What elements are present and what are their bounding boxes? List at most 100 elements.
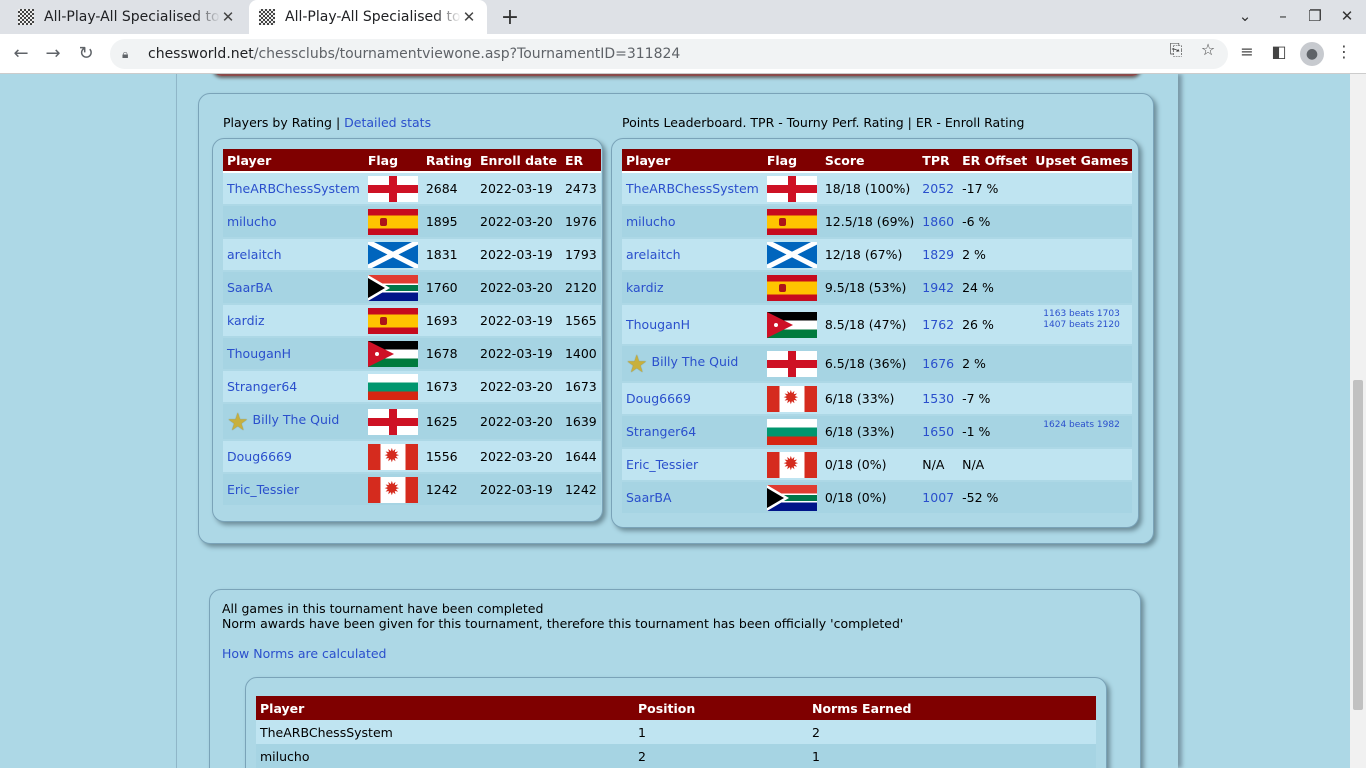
upset-game-link[interactable]: 1407 beats 2120 [1043, 320, 1128, 331]
er-value: 1242 [564, 482, 597, 497]
player-link[interactable]: Doug6669 [626, 391, 691, 406]
er-value: 2473 [564, 181, 597, 196]
tpr-link[interactable]: 1650 [922, 424, 954, 439]
player-link[interactable]: milucho [626, 214, 676, 229]
player-link[interactable]: SaarBA [626, 490, 672, 505]
player-link[interactable]: TheARBChessSystem [227, 181, 360, 196]
player-link[interactable]: kardiz [227, 313, 265, 328]
restore-icon[interactable]: ❐ [1305, 7, 1325, 25]
share-icon[interactable]: ⎘ [1166, 40, 1186, 60]
vertical-scrollbar[interactable] [1350, 74, 1366, 768]
norms-table: Player Position Norms Earned TheARBChessSy… [256, 696, 1096, 768]
flag-scotland-icon [367, 241, 418, 268]
player-link[interactable]: arelaitch [626, 247, 681, 262]
menu-kebab-icon[interactable]: ⋮ [1333, 42, 1355, 61]
tpr-link[interactable]: 2052 [922, 181, 954, 196]
score-value: 6/18 (33%) [824, 424, 895, 439]
er-value: 1639 [564, 414, 597, 429]
flag-south-africa-icon [766, 484, 817, 511]
close-icon[interactable]: ✕ [220, 8, 236, 26]
table-row: SaarBA 0/18 (0%) 1007 -52 % [622, 482, 1133, 515]
player-link[interactable]: SaarBA [227, 280, 273, 295]
column-header: ER [560, 149, 601, 173]
player-link[interactable]: ThouganH [227, 346, 291, 361]
how-norms-link[interactable]: How Norms are calculated [222, 646, 386, 661]
star-icon: ★ [227, 407, 249, 436]
player-link[interactable]: kardiz [626, 280, 664, 295]
upset-game-link[interactable]: 1624 beats 1982 [1043, 420, 1128, 431]
player-link[interactable]: arelaitch [227, 247, 282, 262]
window-close-icon[interactable]: ✕ [1337, 7, 1357, 25]
new-tab-button[interactable]: + [498, 5, 522, 30]
detailed-stats-link[interactable]: Detailed stats [344, 115, 431, 130]
table-row: ★ Billy The Quid 6.5/18 (36%) 1676 2 % [622, 346, 1133, 383]
profile-avatar[interactable]: ● [1300, 42, 1324, 66]
table-row: ★ Billy The Quid 1625 2022-03-20 1639 [223, 404, 601, 441]
browser-tab[interactable]: All-Play-All Specialised tou ✕ [8, 0, 246, 34]
close-icon[interactable]: ✕ [461, 8, 477, 26]
player-link[interactable]: Billy The Quid [652, 354, 739, 369]
player-link[interactable]: Eric_Tessier [227, 482, 299, 497]
player-link[interactable]: Eric_Tessier [626, 457, 698, 472]
table-row: milucho 1895 2022-03-20 1976 [223, 206, 601, 239]
flag-canada-icon [766, 451, 817, 478]
tpr-link[interactable]: 1860 [922, 214, 954, 229]
player-link[interactable]: Stranger64 [227, 379, 297, 394]
er-offset: 2 % [962, 356, 986, 371]
score-value: 12.5/18 (69%) [824, 214, 915, 229]
table-row: TheARBChessSystem 1 2 [256, 720, 1096, 744]
rating-value: 1678 [425, 346, 458, 361]
reload-icon[interactable]: ↻ [75, 43, 97, 64]
player-link[interactable]: milucho [227, 214, 277, 229]
tpr-link[interactable]: 1942 [922, 280, 954, 295]
flag-canada-icon [367, 443, 418, 470]
flag-canada-icon [766, 385, 817, 412]
norms-earned: 1 [812, 748, 820, 764]
table-row: kardiz 1693 2022-03-19 1565 [223, 305, 601, 338]
player-link[interactable]: ThouganH [626, 317, 690, 332]
tab-title: All-Play-All Specialised tou [285, 9, 461, 25]
flag-spain-icon [766, 208, 817, 235]
tpr-value: N/A [922, 457, 945, 472]
table-row: arelaitch 1831 2022-03-19 1793 [223, 239, 601, 272]
norm-position: 2 [638, 748, 646, 764]
flag-bulgaria-icon [766, 418, 817, 445]
er-offset: -1 % [962, 424, 991, 439]
address-bar: ← → ↻ 🔒︎ chessworld.net/chessclubs/tourn… [0, 34, 1366, 74]
column-header: Position [634, 696, 808, 720]
score-value: 12/18 (67%) [824, 247, 903, 262]
column-header: Player [256, 696, 634, 720]
score-value: 18/18 (100%) [824, 181, 911, 196]
column-header: Upset Games [1031, 149, 1133, 173]
column-header: ER Offset [958, 149, 1032, 173]
player-link[interactable]: Doug6669 [227, 449, 292, 464]
tpr-link[interactable]: 1007 [922, 490, 954, 505]
player-link[interactable]: Billy The Quid [253, 412, 340, 427]
er-offset: 26 % [962, 317, 994, 332]
tpr-link[interactable]: 1676 [922, 356, 954, 371]
er-value: 1400 [564, 346, 597, 361]
side-panel-icon[interactable]: ◧ [1268, 42, 1290, 61]
table-row: SaarBA 1760 2022-03-20 2120 [223, 272, 601, 305]
table-row: ThouganH 8.5/18 (47%) 1762 26 % 1163 beats 1… [622, 305, 1133, 346]
bookmark-star-icon[interactable]: ☆ [1198, 40, 1218, 59]
back-icon[interactable]: ← [10, 43, 32, 64]
reading-list-icon[interactable]: ≡ [1236, 42, 1258, 61]
tpr-link[interactable]: 1762 [922, 317, 954, 332]
flag-spain-icon [367, 307, 418, 334]
tpr-link[interactable]: 1530 [922, 391, 954, 406]
minimize-icon[interactable]: – [1273, 7, 1293, 25]
upset-game-link[interactable]: 1163 beats 1703 [1043, 309, 1128, 320]
url-field[interactable]: 🔒︎ chessworld.net/chessclubs/tournamentv… [110, 39, 1228, 69]
flag-spain-icon [766, 274, 817, 301]
tpr-link[interactable]: 1829 [922, 247, 954, 262]
tab-search-icon[interactable]: ⌄ [1235, 7, 1255, 25]
player-link[interactable]: Stranger64 [626, 424, 696, 439]
browser-tab-active[interactable]: All-Play-All Specialised tou ✕ [249, 0, 487, 34]
table-row: TheARBChessSystem 18/18 (100%) 2052 -17 % [622, 173, 1133, 206]
ratings-header-row: Player Flag Rating Enroll date ER [223, 149, 601, 173]
table-row: ThouganH 1678 2022-03-19 1400 [223, 338, 601, 371]
scrollbar-thumb[interactable] [1353, 380, 1363, 710]
forward-icon[interactable]: → [42, 43, 64, 64]
player-link[interactable]: TheARBChessSystem [626, 181, 759, 196]
